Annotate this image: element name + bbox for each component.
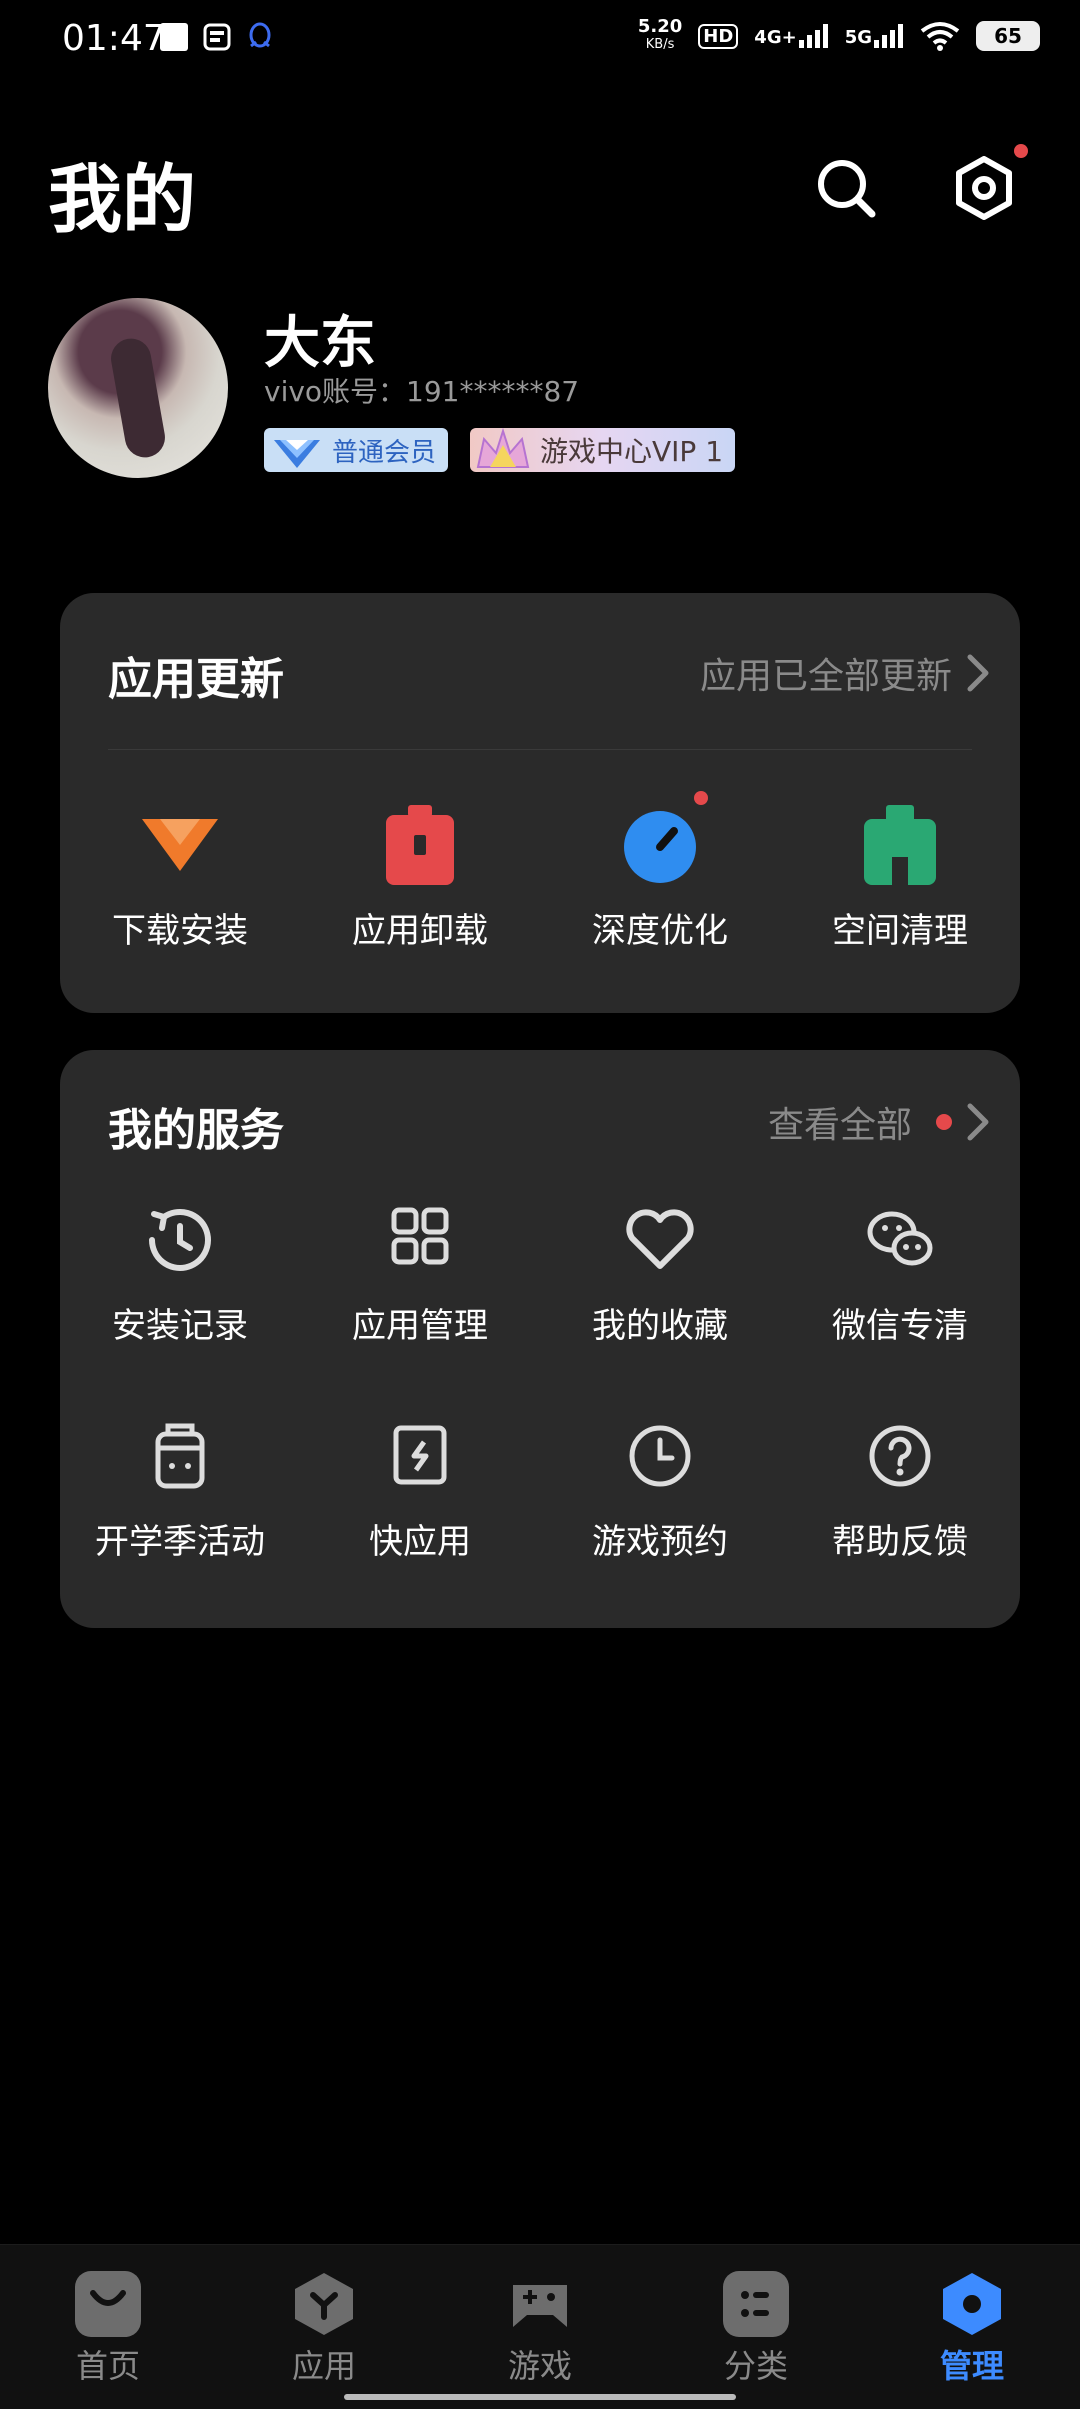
school-season-button[interactable]: 开学季活动 (60, 1416, 300, 1563)
crown-icon (476, 427, 530, 468)
app-update-status-link[interactable]: 应用已全部更新 (700, 647, 990, 699)
status-right-icons: 5.20 KB/s HD 4G+ 5G 65 (638, 18, 1040, 54)
card-divider (108, 749, 972, 750)
sim-card-icon (203, 23, 231, 51)
chevron-right-icon (967, 654, 989, 692)
qq-icon (249, 22, 271, 48)
signal-bars-icon (874, 24, 903, 48)
broom-icon (864, 805, 936, 885)
school-season-label: 开学季活动 (95, 1522, 265, 1562)
favorites-button[interactable]: 我的收藏 (540, 1200, 780, 1347)
nav-category[interactable]: 分类 (648, 2245, 864, 2387)
vip-badge[interactable]: 游戏中心VIP 1 (470, 427, 736, 472)
battery-indicator: 65 (976, 21, 1040, 51)
app-manage-button[interactable]: 应用管理 (300, 1200, 540, 1347)
hd-badge: HD (698, 23, 739, 49)
grid-icon (391, 1207, 449, 1265)
avatar[interactable] (48, 298, 228, 478)
view-all-link[interactable]: 查看全部 (768, 1096, 990, 1148)
app-update-title: 应用更新 (108, 654, 284, 705)
square-notification-icon (160, 23, 188, 51)
space-clean-label: 空间清理 (832, 911, 968, 951)
game-reserve-button[interactable]: 游戏预约 (540, 1416, 780, 1563)
member-badge-label: 普通会员 (332, 437, 437, 468)
bag-icon (155, 1423, 205, 1489)
game-reserve-label: 游戏预约 (592, 1522, 728, 1562)
nav-games-label: 游戏 (507, 2347, 572, 2385)
nav-games[interactable]: 游戏 (432, 2245, 648, 2387)
quick-app-label: 快应用 (369, 1522, 471, 1562)
bottom-nav: 首页 应用 游戏 分类 管理 (0, 2244, 1080, 2409)
search-icon[interactable] (814, 156, 878, 220)
my-services-card: 我的服务 查看全部 安装记录 应用管理 我的收藏 微信专清 开学季活动 快应用 … (60, 1050, 1020, 1628)
clock-icon (629, 1425, 691, 1487)
trash-icon (386, 805, 454, 885)
page-title: 我的 (48, 157, 196, 243)
nav-category-label: 分类 (723, 2347, 788, 2385)
vip-badge-label: 游戏中心VIP 1 (540, 435, 724, 468)
app-manage-label: 应用管理 (352, 1306, 488, 1346)
manage-icon (939, 2271, 1005, 2337)
space-clean-button[interactable]: 空间清理 (780, 805, 1020, 952)
deep-optimize-label: 深度优化 (592, 911, 728, 951)
home-indicator[interactable] (344, 2394, 736, 2400)
nav-manage-label: 管理 (939, 2347, 1004, 2385)
app-update-card: 应用更新 应用已全部更新 下载安装 应用卸载 深度优化 空间清理 (60, 593, 1020, 1013)
view-all-label: 查看全部 (767, 1105, 912, 1146)
install-history-label: 安装记录 (112, 1306, 248, 1346)
nav-home[interactable]: 首页 (0, 2245, 216, 2387)
signal-5g: 5G (845, 24, 904, 48)
optimize-badge-dot (694, 791, 708, 805)
category-icon (723, 2271, 789, 2337)
heart-icon (626, 1209, 694, 1269)
net-unit: KB/s (645, 37, 675, 52)
signal-bars-icon (798, 24, 828, 48)
deep-optimize-button[interactable]: 深度优化 (540, 805, 780, 952)
username[interactable]: 大东 (264, 298, 376, 379)
favorites-label: 我的收藏 (592, 1306, 728, 1346)
nav-apps-label: 应用 (291, 2347, 356, 2385)
app-update-status: 应用已全部更新 (699, 656, 952, 697)
quick-app-icon (393, 1425, 447, 1485)
help-feedback-label: 帮助反馈 (832, 1522, 968, 1562)
history-icon (149, 1208, 211, 1271)
view-all-badge-dot (936, 1114, 952, 1130)
home-bag-icon (75, 2271, 141, 2337)
download-install-button[interactable]: 下载安装 (60, 805, 300, 952)
account-id: vivo账号：191******87 (264, 375, 580, 408)
my-services-title: 我的服务 (108, 1105, 284, 1156)
status-notification-icons (160, 22, 274, 52)
gamepad-icon (507, 2271, 573, 2337)
gauge-icon (624, 811, 696, 883)
help-icon (869, 1425, 931, 1487)
wechat-icon (867, 1211, 933, 1266)
wechat-clean-label: 微信专清 (832, 1306, 968, 1346)
wechat-clean-button[interactable]: 微信专清 (780, 1200, 1020, 1347)
apps-icon (291, 2271, 357, 2337)
status-time: 01:47 (62, 18, 166, 59)
diamond-icon (274, 440, 320, 468)
net-speed: 5.20 (637, 16, 683, 37)
chevron-right-icon (967, 1103, 989, 1141)
settings-icon[interactable] (952, 156, 1016, 220)
member-badge[interactable]: 普通会员 (264, 428, 449, 472)
app-uninstall-label: 应用卸载 (352, 911, 488, 951)
download-install-label: 下载安装 (112, 911, 248, 951)
settings-badge-dot (1014, 144, 1028, 158)
nav-manage[interactable]: 管理 (864, 2245, 1080, 2387)
nav-apps[interactable]: 应用 (216, 2245, 432, 2387)
help-feedback-button[interactable]: 帮助反馈 (780, 1416, 1020, 1563)
quick-app-button[interactable]: 快应用 (300, 1416, 540, 1563)
wifi-icon (920, 22, 960, 51)
download-icon (142, 819, 218, 871)
install-history-button[interactable]: 安装记录 (60, 1200, 300, 1347)
nav-home-label: 首页 (75, 2347, 140, 2385)
app-uninstall-button[interactable]: 应用卸载 (300, 805, 540, 952)
signal-4g: 4G+ (754, 24, 828, 48)
